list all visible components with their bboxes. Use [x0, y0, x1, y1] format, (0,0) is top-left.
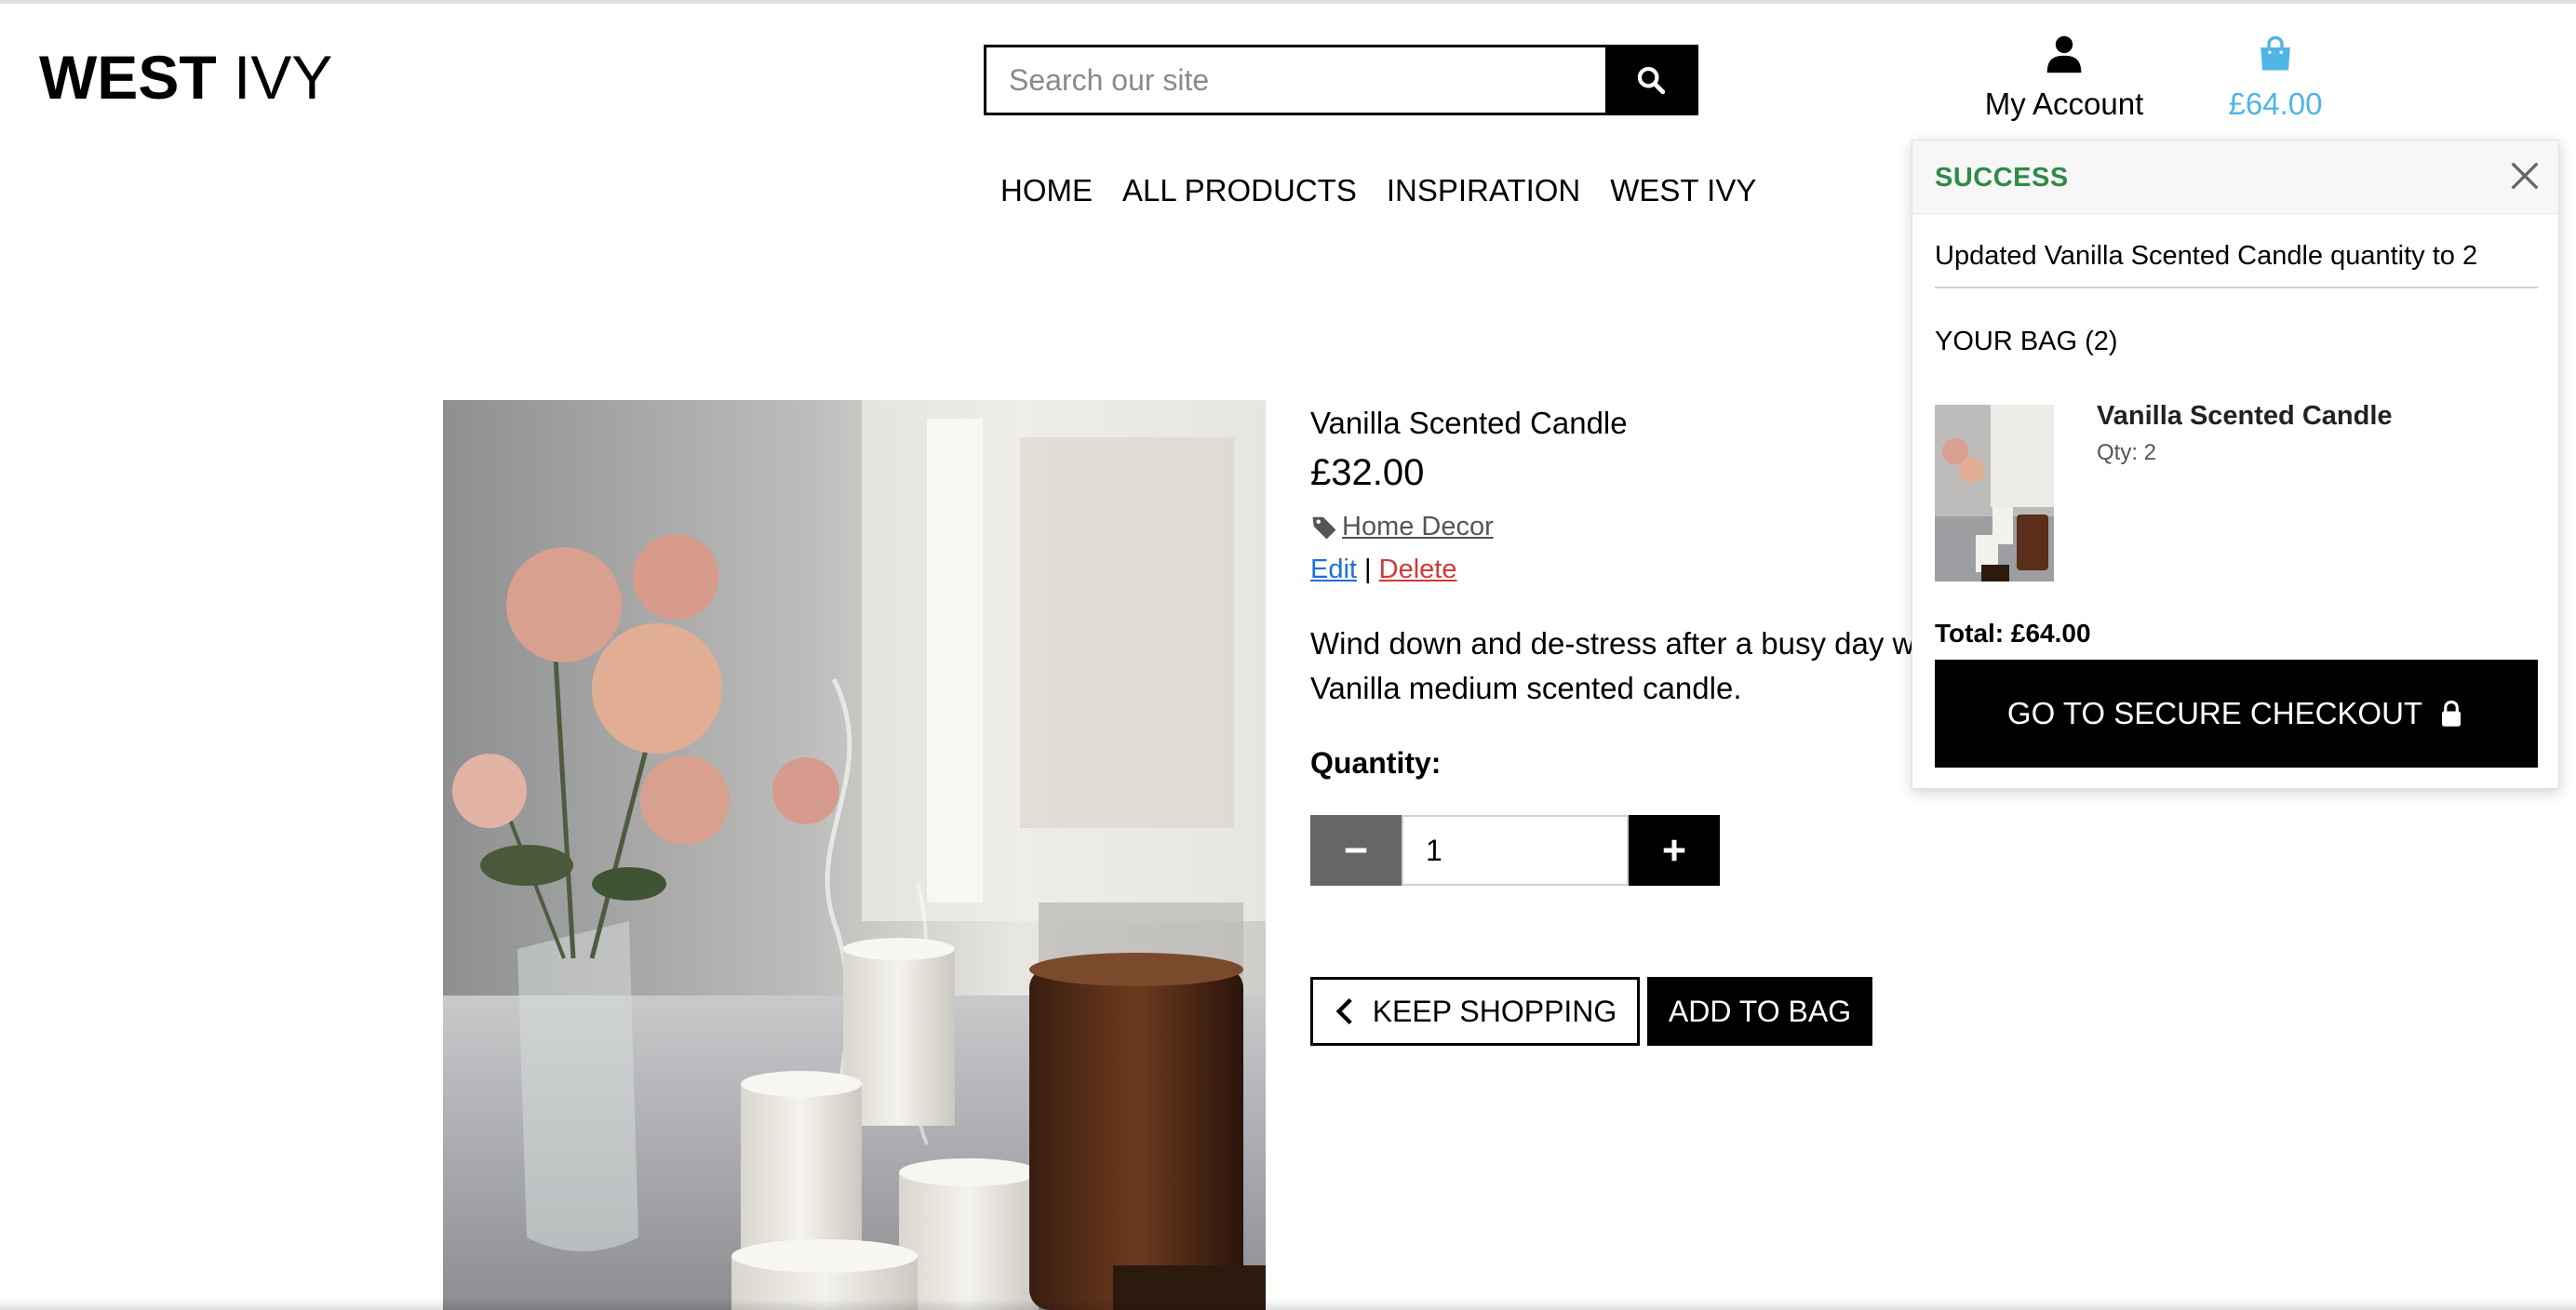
search-form	[984, 45, 1698, 115]
top-border	[0, 0, 2576, 4]
toast-header: SUCCESS	[1912, 140, 2558, 214]
nav-item-west-ivy[interactable]: WEST IVY	[1610, 173, 1756, 208]
nav-item-inspiration[interactable]: INSPIRATION	[1387, 173, 1580, 208]
product-category: Home Decor	[1310, 512, 1494, 542]
bag-item-thumbnail[interactable]	[1935, 405, 2054, 581]
description-line-2: Vanilla medium scented candle.	[1310, 671, 1742, 705]
nav-item-home[interactable]: HOME	[1000, 173, 1093, 208]
action-separator: |	[1364, 555, 1372, 584]
keep-shopping-label: KEEP SHOPPING	[1372, 994, 1617, 1028]
increment-button[interactable]	[1629, 815, 1720, 886]
product-description: Wind down and de-stress after a busy day…	[1310, 622, 1925, 711]
close-icon	[2511, 162, 2539, 190]
logo-regular-text: IVY	[234, 43, 333, 112]
bag-count: YOUR BAG (2)	[1935, 327, 2118, 356]
quantity-stepper	[1310, 815, 1720, 886]
nav-item-all-products[interactable]: ALL PRODUCTS	[1122, 173, 1357, 208]
site-logo[interactable]: WEST IVY	[39, 47, 332, 108]
toast-message: Updated Vanilla Scented Candle quantity …	[1935, 241, 2538, 288]
search-input[interactable]	[986, 47, 1608, 113]
product-name: Vanilla Scented Candle	[1310, 406, 1628, 440]
quantity-label: Quantity:	[1310, 746, 1442, 780]
bag-item-name: Vanilla Scented Candle	[2097, 401, 2393, 431]
my-account-label: My Account	[1984, 87, 2144, 121]
quantity-input[interactable]	[1402, 815, 1629, 886]
success-toast: SUCCESS Updated Vanilla Scented Candle q…	[1912, 140, 2559, 789]
shopping-bag-link[interactable]: £64.00	[2215, 33, 2336, 122]
bag-item-qty: Qty: 2	[2097, 440, 2157, 465]
category-link[interactable]: Home Decor	[1342, 512, 1494, 542]
minus-icon	[1345, 848, 1367, 853]
user-icon	[2046, 35, 2082, 74]
toast-close-button[interactable]	[2506, 157, 2543, 194]
keep-shopping-button[interactable]: KEEP SHOPPING	[1310, 977, 1640, 1046]
add-to-bag-button[interactable]: ADD TO BAG	[1647, 977, 1872, 1046]
add-to-bag-label: ADD TO BAG	[1668, 994, 1852, 1028]
logo-bold-text: WEST	[39, 43, 217, 112]
search-button[interactable]	[1605, 47, 1696, 113]
toast-title: SUCCESS	[1935, 163, 2069, 193]
main-nav: HOME ALL PRODUCTS INSPIRATION WEST IVY	[1000, 173, 1756, 208]
description-line-1: Wind down and de-stress after a busy day…	[1310, 626, 1915, 661]
checkout-label: GO TO SECURE CHECKOUT	[2006, 696, 2423, 730]
edit-link[interactable]: Edit	[1310, 555, 1357, 584]
delete-link[interactable]: Delete	[1379, 555, 1457, 584]
shopping-bag-icon	[2261, 35, 2290, 71]
bag-total: Total: £64.00	[1935, 619, 2091, 648]
chevron-left-icon	[1335, 997, 1352, 1025]
product-image	[443, 400, 1266, 1310]
decrement-button[interactable]	[1310, 815, 1402, 886]
my-account-link[interactable]: My Account	[1971, 33, 2157, 122]
bottom-shadow	[0, 1299, 2576, 1310]
product-price: £32.00	[1310, 452, 1425, 493]
plus-icon	[1663, 839, 1685, 862]
secure-checkout-button[interactable]: GO TO SECURE CHECKOUT	[1935, 660, 2538, 768]
bag-total-label: £64.00	[2228, 87, 2323, 121]
tag-icon	[1312, 516, 1336, 539]
lock-icon	[2442, 700, 2462, 727]
search-icon	[1637, 66, 1665, 95]
admin-actions: Edit | Delete	[1310, 555, 1456, 585]
